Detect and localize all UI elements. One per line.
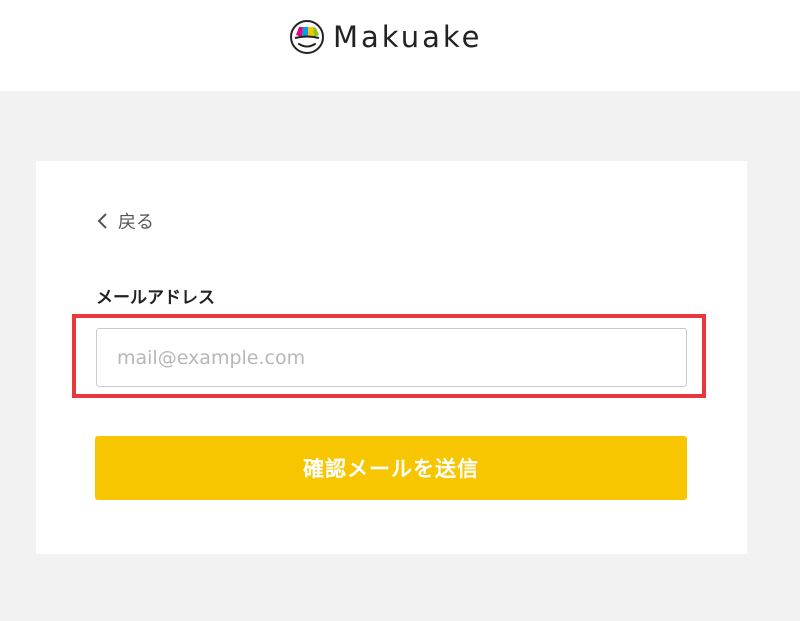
site-header: Makuake bbox=[0, 0, 800, 91]
back-link-label: 戻る bbox=[118, 212, 154, 233]
makuake-logo-icon bbox=[290, 20, 324, 54]
email-input[interactable] bbox=[96, 328, 687, 387]
brand-name: Makuake bbox=[333, 19, 483, 54]
brand-logo[interactable]: Makuake bbox=[289, 17, 482, 57]
email-field-label: メールアドレス bbox=[96, 288, 215, 308]
chevron-left-icon bbox=[97, 213, 107, 229]
send-confirmation-email-button[interactable]: 確認メールを送信 bbox=[95, 436, 687, 500]
back-link[interactable]: 戻る bbox=[96, 208, 154, 234]
